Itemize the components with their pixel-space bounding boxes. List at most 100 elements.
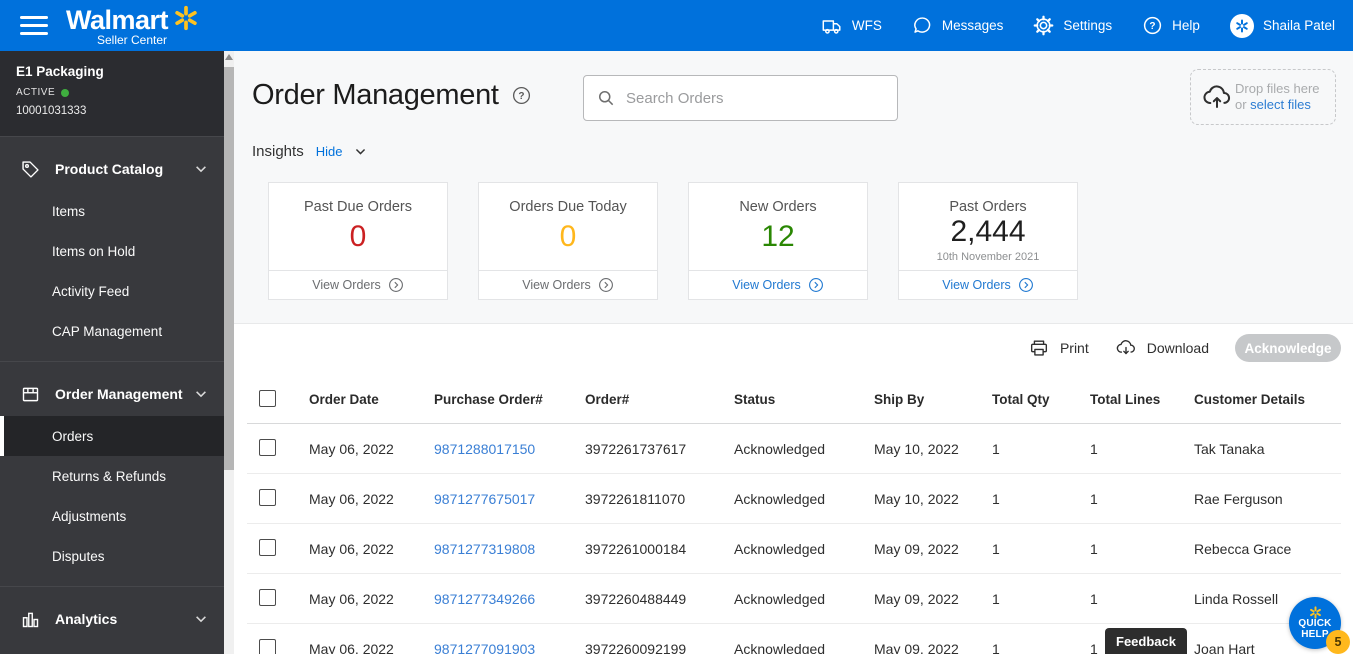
cell-order-date: May 06, 2022 [309,640,394,654]
purchase-order-link[interactable]: 9871277675017 [434,491,585,507]
select-all-checkbox[interactable] [259,389,276,407]
table-row: May 06, 2022 9871277349266 3972260488449… [247,574,1341,624]
cell-customer: Tak Tanaka [1194,440,1265,457]
cell-total-qty: 1 [992,490,1000,507]
sidebar-item-label: Orders [52,428,94,444]
select-files-link[interactable]: select files [1250,97,1311,112]
sidebar-section-label: Order Management [55,386,183,402]
insights-hide-link[interactable]: Hide [316,144,343,159]
card-title: Orders Due Today [509,199,627,215]
purchase-order-link[interactable]: 9871277349266 [434,591,585,607]
dropzone-text: Drop files here [1235,81,1320,96]
cell-total-qty: 1 [992,640,1000,654]
cloud-download-icon [1115,337,1137,359]
search-input[interactable] [626,89,885,107]
card-past-due-orders: Past Due Orders 0 View Orders [268,182,448,300]
search-box [583,75,898,121]
cell-order-number: 3972260488449 [585,590,687,607]
view-orders-link[interactable]: View Orders [689,270,867,299]
purchase-order-link[interactable]: 9871277319808 [434,541,585,557]
view-orders-label: View Orders [522,278,591,292]
nav-label: Settings [1063,18,1113,33]
row-checkbox[interactable] [259,588,276,606]
sidebar-item-items[interactable]: Items [0,191,224,231]
column-header-customer-details: Customer Details [1194,392,1306,407]
box-icon [20,384,41,405]
acknowledge-button[interactable]: Acknowledge [1235,334,1341,362]
cell-order-number: 3972261811070 [585,490,686,507]
main-scrollbar[interactable] [224,51,234,654]
nav-item-settings[interactable]: Settings [1033,15,1112,36]
card-value: 0 [349,220,367,253]
purchase-order-link[interactable]: 9871277091903 [434,641,585,654]
nav-item-account[interactable]: Shaila Patel [1229,13,1335,38]
nav-label: WFS [851,18,882,33]
card-orders-due-today: Orders Due Today 0 View Orders [478,182,658,300]
row-checkbox[interactable] [259,488,276,506]
chevron-down-icon [194,162,208,176]
download-button[interactable]: Download [1115,337,1209,359]
card-title: Past Orders [949,199,1027,215]
file-dropzone[interactable]: Drop files here or select files [1190,69,1336,125]
sidebar-item-items-on-hold[interactable]: Items on Hold [0,231,224,271]
nav-item-help[interactable]: ? Help [1142,15,1200,36]
hamburger-menu-icon[interactable] [20,16,48,35]
search-icon [596,88,616,108]
sidebar-item-cap-management[interactable]: CAP Management [0,311,224,351]
column-header-total-lines: Total Lines [1090,392,1161,407]
sidebar-item-orders[interactable]: Orders [0,416,224,456]
walmart-logo[interactable]: Walmart Seller Center [66,5,199,47]
column-header-total-qty: Total Qty [992,392,1050,407]
cell-total-lines: 1 [1090,540,1098,557]
svg-text:?: ? [1150,21,1156,32]
sidebar-item-label: Disputes [52,548,105,564]
cell-order-date: May 06, 2022 [309,490,394,507]
cell-order-date: May 06, 2022 [309,540,394,557]
chevron-down-icon[interactable] [354,145,367,158]
cell-ship-by: May 10, 2022 [874,440,959,457]
seller-info: E1 Packaging ACTIVE 10001031333 [0,51,224,137]
cell-customer: Rebecca Grace [1194,540,1292,557]
sidebar-item-order-management[interactable]: Order Management [0,372,224,416]
table-toolbar: Print Download Acknowledge [1028,334,1341,362]
chat-bubble-icon [912,15,933,36]
sidebar-item-activity-feed[interactable]: Activity Feed [0,271,224,311]
page-title: Order Management [252,79,499,111]
cell-ship-by: May 09, 2022 [874,540,959,557]
cell-total-lines: 1 [1090,440,1098,457]
row-checkbox[interactable] [259,438,276,456]
sidebar-item-analytics[interactable]: Analytics [0,597,224,641]
print-button[interactable]: Print [1028,337,1089,359]
row-checkbox[interactable] [259,538,276,556]
nav-label: Help [1172,18,1200,33]
sidebar-item-adjustments[interactable]: Adjustments [0,496,224,536]
cell-status: Acknowledged [734,640,826,654]
nav-item-messages[interactable]: Messages [912,15,1004,36]
nav-item-wfs[interactable]: WFS [821,15,882,37]
scrollbar-up-arrow[interactable] [225,54,233,60]
view-orders-link[interactable]: View Orders [269,270,447,299]
cell-total-lines: 1 [1090,590,1098,607]
title-help-icon[interactable]: ? [511,85,532,106]
quick-help-notification-badge[interactable]: 5 [1326,630,1350,654]
walmart-spark-icon [173,5,199,31]
scrollbar-thumb[interactable] [224,67,234,470]
sidebar-item-product-catalog[interactable]: Product Catalog [0,147,224,191]
sidebar-section-order-management: Order Management Orders Returns & Refund… [0,361,224,586]
truck-icon [821,15,843,37]
column-header-order-date: Order Date [309,392,379,407]
purchase-order-link[interactable]: 9871288017150 [434,441,585,457]
topbar: Walmart Seller Center WFS Messages Setti… [0,0,1353,51]
view-orders-link[interactable]: View Orders [899,270,1077,299]
brand-name: Walmart [66,4,169,35]
nav-label: Messages [941,18,1004,33]
topbar-nav: WFS Messages Settings ? Help Shaila Pate… [821,13,1335,38]
sidebar-item-disputes[interactable]: Disputes [0,536,224,576]
insights-header: Insights Hide [252,143,367,160]
sidebar-item-returns-refunds[interactable]: Returns & Refunds [0,456,224,496]
feedback-button[interactable]: Feedback [1105,628,1187,654]
cell-total-qty: 1 [992,590,1000,607]
row-checkbox[interactable] [259,638,276,654]
view-orders-link[interactable]: View Orders [479,270,657,299]
orders-panel: Print Download Acknowledge Order Date Pu… [234,323,1353,654]
